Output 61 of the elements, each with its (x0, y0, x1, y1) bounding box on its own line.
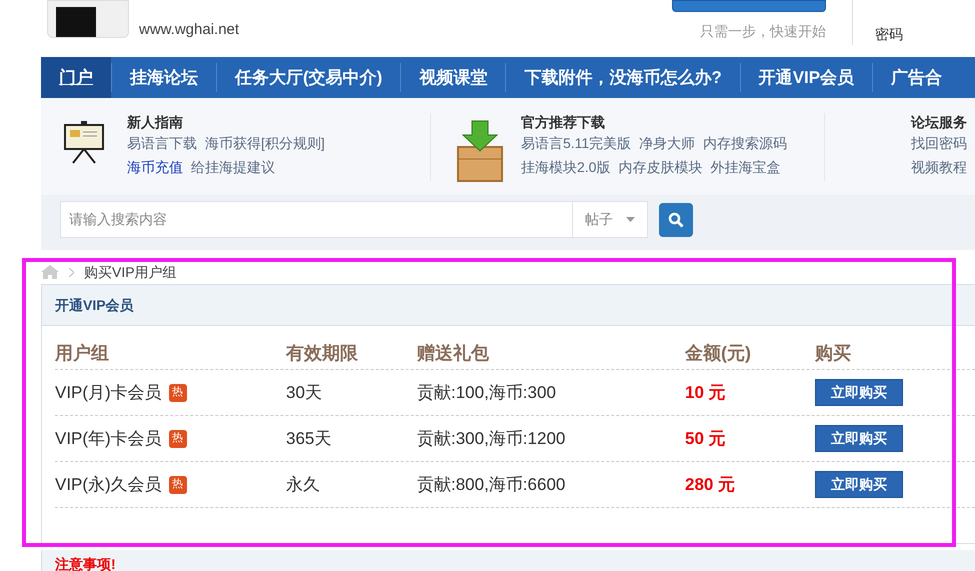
table-cell-text: VIP(年)卡会员 (55, 428, 162, 450)
section-title: 官方推荐下载 (521, 113, 606, 131)
table-cell-text: 贡献:100,海币:300 (417, 382, 557, 404)
price-cell-text: 280 元 (685, 474, 736, 496)
home-icon (41, 265, 59, 279)
login-hint: 只需一步，快速开始 (700, 22, 826, 41)
quick-link[interactable]: 海币充值 (127, 155, 183, 179)
nav-tab[interactable]: 视频课堂 (401, 57, 506, 98)
search-button[interactable] (659, 202, 693, 236)
table-cell-text: 永久 (286, 474, 321, 496)
search-icon (668, 212, 684, 228)
quick-link[interactable]: 净身大师 (639, 131, 696, 155)
nav-tab[interactable]: 广告合 (873, 57, 960, 98)
site-url: www.wghai.net (139, 22, 240, 37)
quick-link[interactable]: 内存搜索源码 (703, 131, 788, 155)
table-cell-text: 30天 (286, 382, 323, 404)
table-cell-text: VIP(月)卡会员 (55, 382, 162, 404)
search-scope-dropdown[interactable]: 帖子 (573, 201, 648, 238)
price-cell-text: 10 元 (685, 382, 727, 404)
notice-title: 注意事项! (55, 555, 116, 571)
buy-button[interactable]: 立即购买 (815, 471, 903, 498)
column-header: 金额(元) (685, 342, 752, 365)
buy-button[interactable]: 立即购买 (815, 425, 903, 452)
breadcrumb-current: 购买VIP用户组 (84, 262, 177, 282)
column-header: 赠送礼包 (417, 342, 490, 365)
panel-title: 开通VIP会员 (55, 296, 134, 314)
quick-link[interactable]: 易语言下载 (127, 131, 197, 155)
presentation-board-icon (61, 119, 107, 165)
table-cell-text: 贡献:800,海币:6600 (417, 474, 566, 496)
column-header: 有效期限 (286, 342, 359, 365)
nav-tab[interactable]: 开通VIP会员 (740, 57, 872, 98)
quick-link[interactable]: 找回密码 (911, 131, 967, 155)
password-label: 密码 (875, 25, 904, 44)
hot-badge: 热 (168, 476, 187, 494)
quick-link[interactable]: 内存皮肤模块 (618, 155, 702, 179)
download-box-icon (455, 119, 505, 183)
logo-icon (47, 0, 129, 38)
quick-link[interactable]: 视频教程 (911, 155, 967, 179)
hot-badge: 热 (168, 430, 187, 448)
table-cell-text: 365天 (286, 428, 332, 450)
quick-link[interactable]: 给挂海提建议 (191, 155, 275, 179)
section-title: 新人指南 (127, 113, 184, 131)
quick-link[interactable]: 外挂海宝盒 (710, 155, 780, 179)
quick-link[interactable]: 易语言5.11完美版 (521, 131, 632, 155)
hot-badge: 热 (168, 384, 187, 402)
nav-tab[interactable]: 挂海论坛 (112, 57, 216, 98)
quick-link[interactable]: 挂海模块2.0版 (521, 155, 610, 179)
search-field[interactable]: 请输入搜索内容 (60, 201, 573, 238)
table-cell-text: 贡献:300,海币:1200 (417, 428, 566, 450)
nav-tab[interactable]: 门户 (41, 57, 111, 98)
nav-tab[interactable]: 任务大厅(交易中介) (217, 57, 400, 98)
chevron-icon (69, 268, 74, 276)
price-cell-text: 50 元 (685, 428, 727, 450)
quick-link[interactable]: 海币获得[积分规则] (205, 131, 325, 155)
nav-tab[interactable]: 下载附件，没海币怎么办? (506, 57, 740, 98)
column-header: 购买 (815, 342, 852, 365)
caret-icon (626, 217, 635, 222)
section-title: 论坛服务 (911, 113, 968, 131)
table-cell-text: VIP(永)久会员 (55, 474, 162, 496)
column-header: 用户组 (55, 342, 110, 365)
buy-button[interactable]: 立即购买 (815, 379, 903, 406)
